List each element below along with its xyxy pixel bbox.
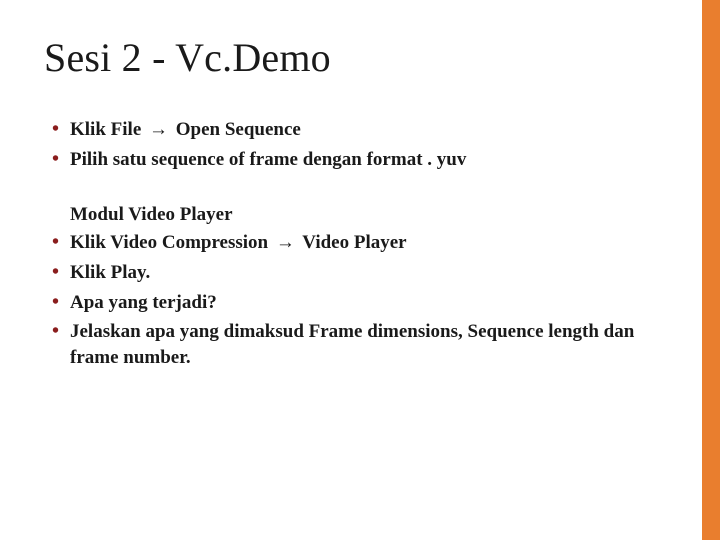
- arrow-icon: →: [146, 117, 171, 143]
- bullet-list-2: Klik Video Compression → Video Player Kl…: [44, 230, 676, 370]
- bullet-text: Klik File: [70, 119, 146, 140]
- bullet-text: Pilih satu sequence of frame dengan form…: [70, 149, 466, 170]
- bullet-text: Klik Video Compression: [70, 232, 273, 253]
- section-subhead: Modul Video Player: [70, 204, 676, 226]
- slide-title: Sesi 2 - Vc.Demo: [44, 34, 676, 81]
- list-item: Klik File → Open Sequence: [70, 117, 676, 143]
- bullet-text: Klik Play.: [70, 262, 150, 283]
- list-item: Apa yang terjadi?: [70, 290, 676, 316]
- slide-body: Sesi 2 - Vc.Demo Klik File → Open Sequen…: [0, 0, 720, 370]
- bullet-text: Apa yang terjadi?: [70, 292, 217, 313]
- list-item: Klik Play.: [70, 260, 676, 286]
- list-item: Jelaskan apa yang dimaksud Frame dimensi…: [70, 319, 676, 370]
- bullet-text: Open Sequence: [171, 119, 301, 140]
- bullet-text: Jelaskan apa yang dimaksud Frame dimensi…: [70, 321, 634, 368]
- bullet-text: Video Player: [298, 232, 407, 253]
- accent-bar: [702, 0, 720, 540]
- list-item: Pilih satu sequence of frame dengan form…: [70, 147, 676, 173]
- arrow-icon: →: [273, 230, 298, 256]
- bullet-list-1: Klik File → Open Sequence Pilih satu seq…: [44, 117, 676, 172]
- list-item: Klik Video Compression → Video Player: [70, 230, 676, 256]
